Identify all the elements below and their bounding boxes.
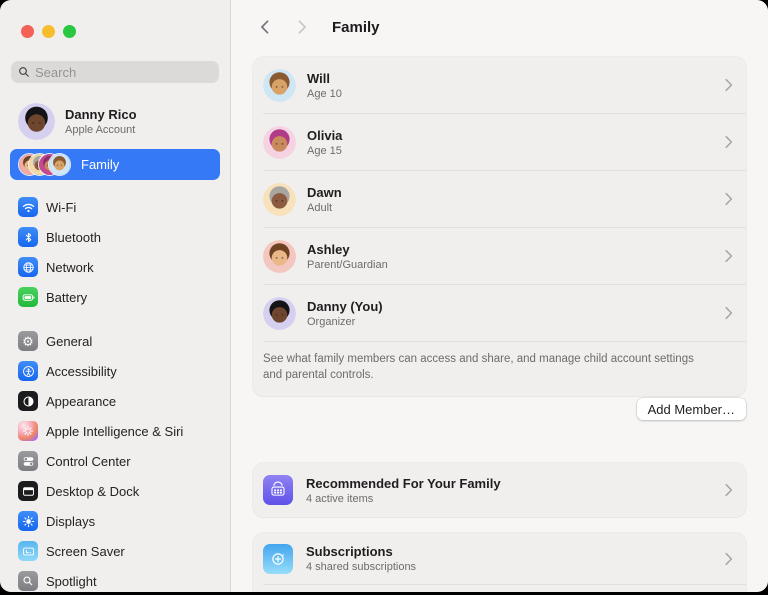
chevron-right-icon xyxy=(725,79,733,92)
sidebar-item-bluetooth[interactable]: Bluetooth xyxy=(0,222,230,252)
sidebar: Danny Rico Apple Account Family Wi-Fi xyxy=(0,0,231,592)
page-title: Family xyxy=(332,19,380,36)
accessibility-icon xyxy=(18,361,38,381)
sidebar-item-wifi[interactable]: Wi-Fi xyxy=(0,192,230,222)
chevron-left-icon xyxy=(260,20,269,34)
desktop-dock-icon xyxy=(18,481,38,501)
search-icon xyxy=(18,66,30,78)
members-footer-text: See what family members can access and s… xyxy=(253,342,723,396)
apple-account-item[interactable]: Danny Rico Apple Account xyxy=(18,103,230,140)
bluetooth-icon xyxy=(18,227,38,247)
sidebar-item-network[interactable]: Network xyxy=(0,252,230,282)
search-input[interactable] xyxy=(35,65,212,80)
account-subtitle: Apple Account xyxy=(65,124,137,136)
danny-avatar xyxy=(263,297,296,330)
recommended-row[interactable]: Recommended For Your Family 4 active ite… xyxy=(253,463,746,517)
page-header: Family xyxy=(257,17,380,37)
battery-icon xyxy=(18,287,38,307)
sidebar-item-family[interactable]: Family xyxy=(10,149,220,180)
recommended-card: Recommended For Your Family 4 active ite… xyxy=(253,463,746,517)
gear-icon: ⚙ xyxy=(18,331,38,351)
olivia-avatar xyxy=(263,126,296,159)
member-row-ashley[interactable]: Ashley Parent/Guardian xyxy=(253,228,746,284)
minimize-window-button[interactable] xyxy=(42,25,55,38)
recommended-family-icon xyxy=(263,475,293,505)
chevron-right-icon xyxy=(725,250,733,263)
member-row-danny[interactable]: Danny (You) Organizer xyxy=(253,285,746,341)
ashley-avatar xyxy=(263,240,296,273)
spotlight-icon xyxy=(18,571,38,591)
danny-avatar xyxy=(18,103,55,140)
zoom-window-button[interactable] xyxy=(63,25,76,38)
chevron-right-icon xyxy=(725,307,733,320)
subscriptions-row[interactable]: Subscriptions 4 shared subscriptions xyxy=(253,533,746,584)
content-pane: Family Will Age 10 Olivia Age 15 xyxy=(231,0,768,592)
window-controls xyxy=(0,0,230,38)
sidebar-item-displays[interactable]: Displays xyxy=(0,506,230,536)
dawn-avatar xyxy=(263,183,296,216)
chevron-right-icon xyxy=(725,193,733,206)
system-settings-window: Danny Rico Apple Account Family Wi-Fi xyxy=(0,0,768,592)
chevron-right-icon xyxy=(725,484,733,497)
sidebar-item-screen-saver[interactable]: Screen Saver xyxy=(0,536,230,566)
family-avatars-cluster xyxy=(18,153,71,176)
sun-icon xyxy=(18,511,38,531)
sidebar-nav: Wi-Fi Bluetooth Network Battery xyxy=(0,192,230,592)
control-center-icon xyxy=(18,451,38,471)
will-avatar xyxy=(263,69,296,102)
family-avatar-4 xyxy=(48,153,71,176)
screen-saver-icon xyxy=(18,541,38,561)
sidebar-item-control-center[interactable]: Control Center xyxy=(0,446,230,476)
sidebar-item-accessibility[interactable]: Accessibility xyxy=(0,356,230,386)
divider xyxy=(263,584,746,585)
chevron-right-icon xyxy=(725,136,733,149)
sidebar-item-apple-intelligence-siri[interactable]: Apple Intelligence & Siri xyxy=(0,416,230,446)
search-field[interactable] xyxy=(11,61,219,83)
member-row-dawn[interactable]: Dawn Adult xyxy=(253,171,746,227)
forward-button[interactable] xyxy=(295,17,309,37)
close-window-button[interactable] xyxy=(21,25,34,38)
subscriptions-icon xyxy=(263,544,293,574)
add-member-button[interactable]: Add Member… xyxy=(637,398,746,420)
apple-intelligence-icon xyxy=(18,421,38,441)
sidebar-item-general[interactable]: ⚙ General xyxy=(0,326,230,356)
member-row-will[interactable]: Will Age 10 xyxy=(253,57,746,113)
sidebar-item-appearance[interactable]: Appearance xyxy=(0,386,230,416)
appearance-icon xyxy=(18,391,38,411)
family-members-card: Will Age 10 Olivia Age 15 Dawn Adu xyxy=(253,57,746,396)
wifi-icon xyxy=(18,197,38,217)
sidebar-item-spotlight[interactable]: Spotlight xyxy=(0,566,230,592)
globe-icon xyxy=(18,257,38,277)
sidebar-family-label: Family xyxy=(81,157,119,172)
sidebar-item-desktop-dock[interactable]: Desktop & Dock xyxy=(0,476,230,506)
subscriptions-card: Subscriptions 4 shared subscriptions xyxy=(253,533,746,592)
sidebar-item-battery[interactable]: Battery xyxy=(0,282,230,312)
member-row-olivia[interactable]: Olivia Age 15 xyxy=(253,114,746,170)
back-button[interactable] xyxy=(257,17,271,37)
account-name: Danny Rico xyxy=(65,107,137,122)
chevron-right-icon xyxy=(725,552,733,565)
chevron-right-icon xyxy=(298,20,307,34)
